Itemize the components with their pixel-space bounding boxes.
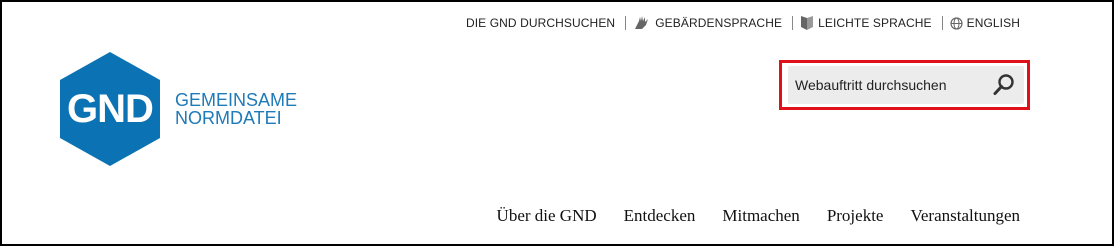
nav-item-entdecken[interactable]: Entdecken [624, 206, 696, 226]
divider [941, 16, 943, 30]
nav-item-mitmachen[interactable]: Mitmachen [722, 206, 799, 226]
main-nav: Über die GND Entdecken Mitmachen Projekt… [497, 206, 1020, 226]
site-search [788, 66, 1024, 104]
hand-icon [633, 15, 651, 31]
divider [792, 16, 794, 30]
logo-line-1: GEMEINSAME [175, 90, 298, 110]
search-input[interactable] [795, 66, 985, 104]
english-link[interactable]: ENGLISH [950, 16, 1020, 30]
nav-item-veranstaltungen[interactable]: Veranstaltungen [910, 206, 1020, 226]
nav-item-ueber-die-gnd[interactable]: Über die GND [497, 206, 597, 226]
easy-language-link[interactable]: LEICHTE SPRACHE [800, 15, 932, 31]
divider [625, 16, 627, 30]
gnd-logo[interactable]: GND GEMEINSAME NORMDATEI [60, 52, 297, 166]
book-icon [800, 15, 814, 31]
search-icon[interactable] [992, 73, 1016, 97]
sign-language-link[interactable]: GEBÄRDENSPRACHE [633, 15, 782, 31]
english-label: ENGLISH [966, 16, 1020, 30]
logo-hexagon: GND [60, 52, 160, 166]
logo-short: GND [67, 86, 154, 131]
sign-language-label: GEBÄRDENSPRACHE [655, 16, 783, 30]
globe-icon [950, 16, 963, 30]
logo-line-2: NORMDATEI [175, 108, 282, 128]
page-header: DIE GND DURCHSUCHEN GEBÄRDENSPRACHE LEIC… [0, 0, 1114, 246]
logo-wordmark: GEMEINSAME NORMDATEI [175, 91, 297, 127]
search-gnd-link[interactable]: DIE GND DURCHSUCHEN [466, 16, 615, 30]
easy-language-label: LEICHTE SPRACHE [818, 16, 932, 30]
utility-nav: DIE GND DURCHSUCHEN GEBÄRDENSPRACHE LEIC… [466, 15, 1020, 31]
nav-item-projekte[interactable]: Projekte [827, 206, 884, 226]
